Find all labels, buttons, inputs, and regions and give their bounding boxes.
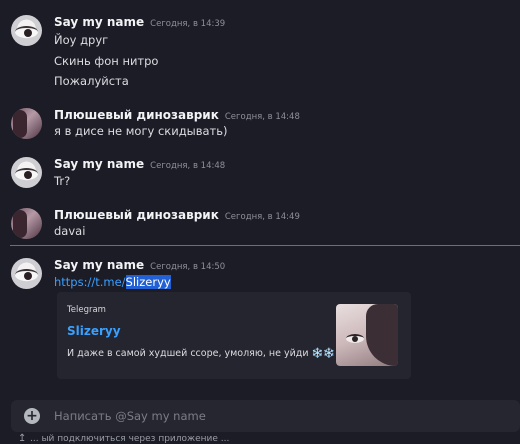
author-name[interactable]: Say my name Сегодня, в 14:50 bbox=[54, 258, 225, 272]
upload-icon: ↥ bbox=[18, 433, 27, 444]
avatar[interactable] bbox=[11, 208, 42, 239]
message-text: Йоу друг bbox=[54, 33, 109, 47]
author-name[interactable]: Плюшевый динозаврик Сегодня, в 14:48 bbox=[54, 108, 300, 122]
avatar[interactable] bbox=[11, 157, 42, 188]
message-text: Скинь фон нитро bbox=[54, 54, 159, 68]
avatar-eye bbox=[15, 26, 38, 38]
timestamp: Сегодня, в 14:50 bbox=[150, 262, 226, 272]
timestamp: Сегодня, в 14:48 bbox=[224, 112, 300, 122]
plus-icon[interactable]: + bbox=[24, 408, 40, 424]
message-input[interactable]: Написать @Say my name bbox=[54, 409, 206, 423]
embed-description: И даже в самой худшей ссоре, умоляю, не … bbox=[67, 348, 336, 359]
message-group: Say my name Сегодня, в 14:48 Tr? bbox=[0, 156, 520, 192]
embed-title[interactable]: Slizeryy bbox=[67, 324, 121, 338]
author-name[interactable]: Say my name Сегодня, в 14:48 bbox=[54, 157, 225, 171]
timestamp: Сегодня, в 14:48 bbox=[150, 161, 226, 171]
message-text: davai bbox=[54, 224, 86, 238]
message-composer[interactable]: + Написать @Say my name bbox=[11, 400, 520, 432]
message-text: Пожалуйста bbox=[54, 74, 129, 88]
author-name[interactable]: Say my name Сегодня, в 14:39 bbox=[54, 15, 225, 29]
link-embed: Telegram Slizeryy И даже в самой худшей … bbox=[57, 292, 411, 379]
message-group: Плюшевый динозаврик Сегодня, в 14:48 я в … bbox=[0, 107, 520, 143]
timestamp: Сегодня, в 14:49 bbox=[224, 212, 300, 222]
message-text: Tr? bbox=[54, 174, 71, 188]
selected-text[interactable]: Slizeryy bbox=[125, 275, 171, 289]
avatar-eye bbox=[15, 168, 38, 180]
embed-thumbnail[interactable] bbox=[336, 304, 398, 366]
author-name[interactable]: Плюшевый динозаврик Сегодня, в 14:49 bbox=[54, 208, 300, 222]
avatar[interactable] bbox=[11, 258, 42, 289]
message-group: Say my name Сегодня, в 14:39 Йоу друг Ски… bbox=[0, 14, 520, 94]
message-group: Плюшевый динозаврик Сегодня, в 14:49 dava… bbox=[0, 207, 520, 243]
avatar[interactable] bbox=[11, 108, 42, 139]
timestamp: Сегодня, в 14:39 bbox=[150, 19, 226, 29]
embed-provider[interactable]: Telegram bbox=[67, 305, 106, 315]
bottom-hint: ... ый подключиться через приложение ... bbox=[30, 434, 230, 444]
avatar[interactable] bbox=[11, 15, 42, 46]
avatar-eye bbox=[15, 269, 38, 281]
message-text: я в дисе не могу скидывать) bbox=[54, 124, 228, 138]
new-messages-divider bbox=[10, 245, 520, 246]
message-link[interactable]: https://t.me/Slizeryy bbox=[54, 275, 171, 289]
